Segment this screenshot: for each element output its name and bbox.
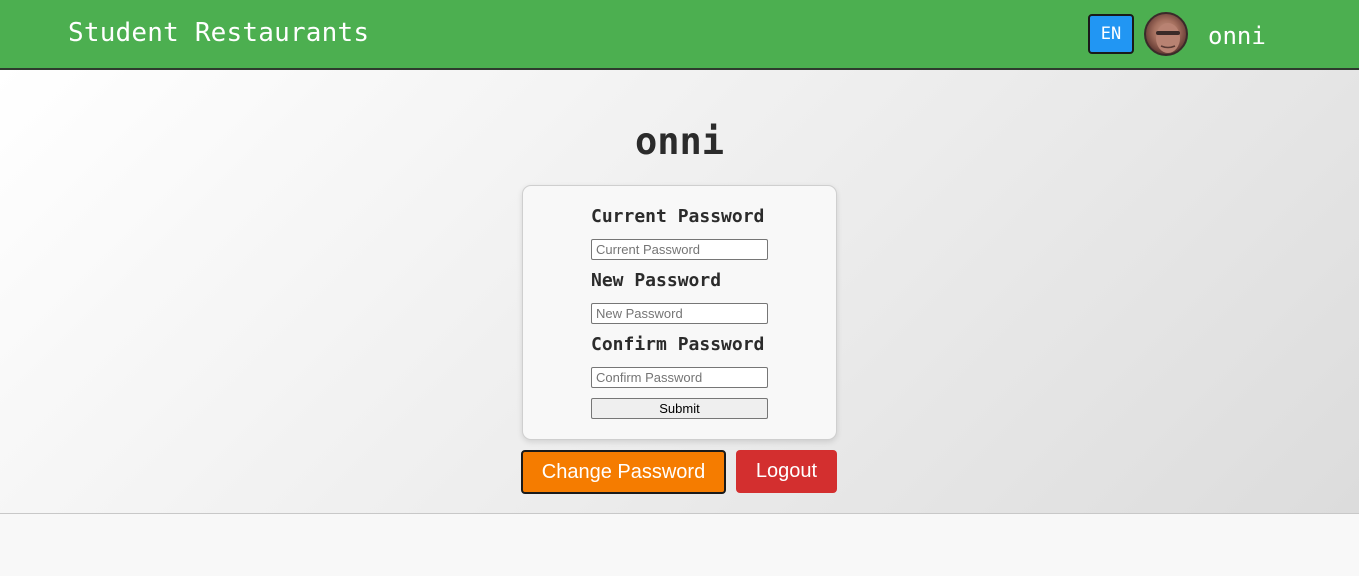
avatar-face-icon: [1156, 23, 1180, 53]
submit-button[interactable]: Submit: [591, 398, 768, 419]
current-password-input[interactable]: [591, 239, 768, 260]
current-password-label: Current Password: [591, 206, 765, 227]
header-username[interactable]: onni: [1208, 22, 1266, 50]
avatar[interactable]: [1144, 12, 1188, 56]
profile-name: onni: [634, 120, 725, 163]
profile-section: onni Current Password New Password Confi…: [0, 70, 1359, 514]
change-password-button[interactable]: Change Password: [521, 450, 726, 494]
app-title: Student Restaurants: [68, 18, 370, 48]
confirm-password-label: Confirm Password: [591, 334, 765, 355]
change-password-form: Current Password New Password Confirm Pa…: [522, 185, 837, 440]
confirm-password-input[interactable]: [591, 367, 768, 388]
app-header: Student Restaurants EN onni: [0, 0, 1359, 70]
new-password-label: New Password: [591, 270, 722, 291]
language-button[interactable]: EN: [1088, 14, 1134, 54]
new-password-input[interactable]: [591, 303, 768, 324]
logout-button[interactable]: Logout: [736, 450, 837, 493]
